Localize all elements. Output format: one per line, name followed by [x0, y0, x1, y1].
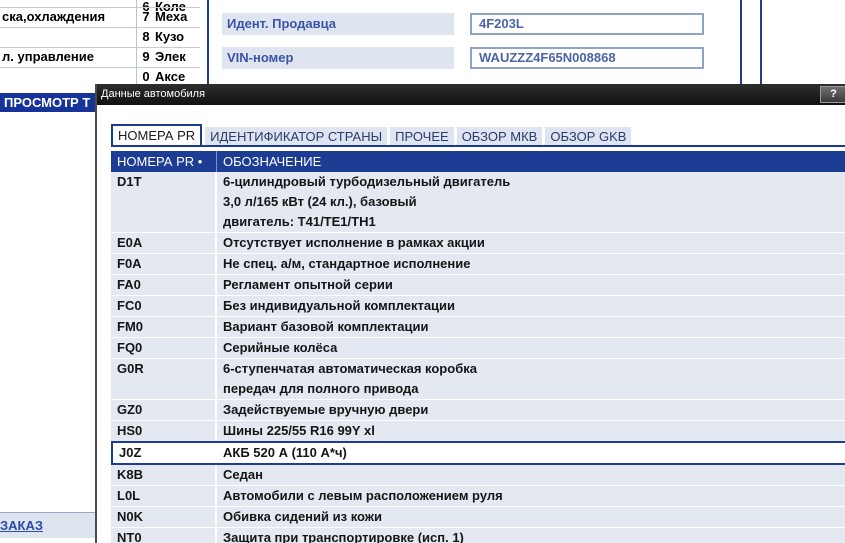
table-row[interactable]: G0R 6-ступенчатая автоматическая коробка п… [111, 359, 845, 400]
table-body: D1T 6-цилиндровый турбодизельный двигател… [111, 172, 845, 543]
bg-row-text: Элек [155, 49, 186, 64]
pr-code-cell: FQ0 [111, 338, 217, 358]
order-link-bar: ЗАКАЗ [0, 512, 110, 538]
pr-code-cell: FC0 [111, 296, 217, 316]
bg-row-text: Кузо [155, 29, 185, 44]
table-row[interactable]: FM0 Вариант базовой комплектации [111, 317, 845, 338]
description-cell: 6-ступенчатая автоматическая коробка пере… [217, 359, 845, 399]
pr-code-cell: N0K [111, 507, 217, 527]
pr-code-cell: FM0 [111, 317, 217, 337]
bg-row-name: л. управление [0, 47, 137, 67]
column-header-description[interactable]: ОБОЗНАЧЕНИЕ [217, 151, 845, 172]
description-cell: Защита при транспортировке (исп. 1) [217, 528, 845, 543]
description-line: Задействуемые вручную двери [223, 402, 429, 417]
pr-numbers-table: НОМЕРА PR • ОБОЗНАЧЕНИЕ D1T 6-цилиндровый… [111, 151, 845, 543]
description-line: 3,0 л/165 кВт (24 кл.), базовый [223, 194, 417, 209]
table-row[interactable]: GZ0 Задействуемые вручную двери [111, 400, 845, 421]
pr-code-cell: D1T [111, 172, 217, 232]
help-button[interactable]: ? [820, 86, 845, 103]
seller-id-field[interactable]: 4F203L [470, 13, 704, 35]
bg-row-name: ска,охлаждения [0, 7, 137, 27]
description-cell: Седан [217, 465, 845, 485]
description-cell: Отсутствует исполнение в рамках акции [217, 233, 845, 253]
vin-label: VIN-номер [222, 47, 454, 69]
description-line: Шины 225/55 R16 99Y xl [223, 423, 375, 438]
vehicle-data-dialog: Данные автомобиля ? НОМЕРА PR ИДЕНТИФИКА… [95, 84, 845, 543]
description-line: Не спец. а/м, стандартное исполнение [223, 256, 471, 271]
pr-code-cell: F0A [111, 254, 217, 274]
table-row[interactable]: NT0 Защита при транспортировке (исп. 1) [111, 528, 845, 543]
description-cell: Регламент опытной серии [217, 275, 845, 295]
vin-field[interactable]: WAUZZZ4F65N008868 [470, 47, 704, 69]
dialog-title: Данные автомобиля [101, 88, 206, 100]
bg-row-name [0, 27, 137, 47]
table-row[interactable]: N0K Обивка сидений из кожи [111, 507, 845, 528]
description-cell: Автомобили с левым расположением руля [217, 486, 845, 506]
bg-list-row[interactable]: ска,охлаждения 7 Меха [0, 7, 200, 27]
table-row[interactable]: E0A Отсутствует исполнение в рамках акции [111, 233, 845, 254]
table-row[interactable]: D1T 6-цилиндровый турбодизельный двигател… [111, 172, 845, 233]
dialog-titlebar[interactable]: Данные автомобиля ? [97, 84, 845, 105]
form-panel-side [760, 0, 845, 86]
tab-bar: НОМЕРА PR ИДЕНТИФИКАТОР СТРАНЫ ПРОЧЕЕ ОБ… [111, 124, 632, 146]
table-row[interactable]: F0A Не спец. а/м, стандартное исполнение [111, 254, 845, 275]
pr-code-cell: J0Z [113, 443, 217, 463]
tab-other[interactable]: ПРОЧЕЕ [390, 127, 454, 146]
table-row[interactable]: K8B Седан [111, 465, 845, 486]
order-link[interactable]: ЗАКАЗ [0, 513, 110, 539]
table-header: НОМЕРА PR • ОБОЗНАЧЕНИЕ [111, 151, 845, 172]
description-line: Седан [223, 467, 263, 482]
tab-country-id[interactable]: ИДЕНТИФИКАТОР СТРАНЫ [205, 127, 388, 146]
description-cell: Серийные колёса [217, 338, 845, 358]
tab-gkb-overview[interactable]: ОБЗОР GKB [545, 127, 632, 146]
bg-row-number: 7 [142, 9, 150, 24]
description-line: Автомобили с левым расположением руля [223, 488, 503, 503]
description-line: Отсутствует исполнение в рамках акции [223, 235, 485, 250]
tab-underline [111, 145, 845, 147]
description-line: 6-цилиндровый турбодизельный двигатель [223, 174, 511, 189]
pr-code-cell: K8B [111, 465, 217, 485]
description-line: Серийные колёса [223, 340, 338, 355]
description-line: передач для полного привода [223, 381, 419, 396]
table-row[interactable]: FQ0 Серийные колёса [111, 338, 845, 359]
description-cell: Вариант базовой комплектации [217, 317, 845, 337]
description-cell: 6-цилиндровый турбодизельный двигатель 3,… [217, 172, 845, 232]
description-cell: Обивка сидений из кожи [217, 507, 845, 527]
bg-row-number: 9 [142, 49, 150, 64]
tab-mkb-overview[interactable]: ОБЗОР МКВ [456, 127, 543, 146]
bg-list-row[interactable]: л. управление 9 Элек [0, 47, 200, 67]
pr-code-cell: FA0 [111, 275, 217, 295]
table-row[interactable]: L0L Автомобили с левым расположением руля [111, 486, 845, 507]
pr-code-cell: G0R [111, 359, 217, 399]
pr-code-cell: HS0 [111, 421, 217, 441]
bg-row-number: 8 [142, 29, 150, 44]
pr-code-cell: GZ0 [111, 400, 217, 420]
tab-pr-numbers[interactable]: НОМЕРА PR [111, 124, 203, 146]
pr-code-cell: L0L [111, 486, 217, 506]
description-line: 6-ступенчатая автоматическая коробка [223, 361, 477, 376]
description-line: Защита при транспортировке (исп. 1) [223, 530, 464, 543]
table-row[interactable]: HS0 Шины 225/55 R16 99Y xl [111, 421, 845, 442]
pr-code-cell: E0A [111, 233, 217, 253]
description-line: Обивка сидений из кожи [223, 509, 383, 524]
description-cell: Задействуемые вручную двери [217, 400, 845, 420]
description-line: двигатель: T41/TE1/TH1 [223, 214, 376, 229]
description-cell: Не спец. а/м, стандартное исполнение [217, 254, 845, 274]
description-line: АКБ 520 А (110 А*ч) [223, 445, 347, 460]
description-cell: АКБ 520 А (110 А*ч) [217, 443, 845, 463]
bg-list-row[interactable]: 8 Кузо [0, 27, 200, 47]
table-row[interactable]: FA0 Регламент опытной серии [111, 275, 845, 296]
table-row[interactable]: FC0 Без индивидуальной комплектации [111, 296, 845, 317]
description-line: Вариант базовой комплектации [223, 319, 429, 334]
description-cell: Без индивидуальной комплектации [217, 296, 845, 316]
table-row[interactable]: J0Z АКБ 520 А (110 А*ч) [111, 441, 845, 465]
bg-row-text: Меха [155, 9, 188, 24]
description-line: Регламент опытной серии [223, 277, 393, 292]
pr-code-cell: NT0 [111, 528, 217, 543]
column-header-code[interactable]: НОМЕРА PR • [111, 151, 217, 172]
description-line: Без индивидуальной комплектации [223, 298, 456, 313]
description-cell: Шины 225/55 R16 99Y xl [217, 421, 845, 441]
seller-id-label: Идент. Продавца [222, 13, 454, 35]
background-vehicle-form: Идент. Продавца 4F203L VIN-номер WAUZZZ4… [200, 0, 845, 90]
